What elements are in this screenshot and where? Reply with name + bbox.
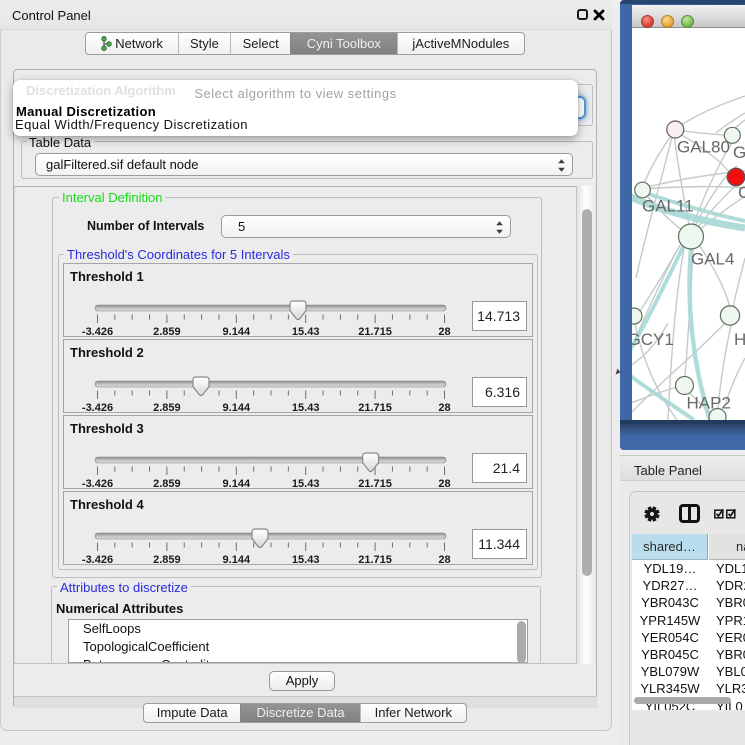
svg-text:9.144: 9.144 xyxy=(223,554,251,566)
svg-text:GCY1: GCY1 xyxy=(632,330,674,349)
svg-text:-3.426: -3.426 xyxy=(82,554,113,566)
svg-text:G.: G. xyxy=(733,143,745,162)
svg-text:HAP2: HAP2 xyxy=(687,394,731,413)
svg-text:21.715: 21.715 xyxy=(358,478,392,490)
svg-text:21.715: 21.715 xyxy=(358,326,392,338)
svg-text:28: 28 xyxy=(438,554,450,566)
svg-text:28: 28 xyxy=(438,402,450,414)
svg-text:-3.426: -3.426 xyxy=(82,326,113,338)
svg-text:2.859: 2.859 xyxy=(153,402,181,414)
svg-text:28: 28 xyxy=(438,478,450,490)
svg-text:GAL11: GAL11 xyxy=(642,197,694,216)
svg-text:CY: CY xyxy=(738,183,745,202)
svg-text:-3.426: -3.426 xyxy=(82,402,113,414)
svg-text:HA: HA xyxy=(734,330,745,349)
svg-text:GAL4: GAL4 xyxy=(691,250,734,269)
svg-text:9.144: 9.144 xyxy=(223,478,251,490)
svg-text:2.859: 2.859 xyxy=(153,326,181,338)
svg-text:-3.426: -3.426 xyxy=(82,478,113,490)
svg-text:15.43: 15.43 xyxy=(292,326,320,338)
svg-text:15.43: 15.43 xyxy=(292,554,320,566)
svg-text:15.43: 15.43 xyxy=(292,402,320,414)
svg-text:9.144: 9.144 xyxy=(223,402,251,414)
svg-text:GAL80: GAL80 xyxy=(677,138,730,157)
svg-text:2.859: 2.859 xyxy=(153,478,181,490)
svg-text:2.859: 2.859 xyxy=(153,554,181,566)
svg-text:28: 28 xyxy=(438,326,450,338)
svg-text:21.715: 21.715 xyxy=(358,402,392,414)
svg-text:9.144: 9.144 xyxy=(223,326,251,338)
svg-text:15.43: 15.43 xyxy=(292,478,320,490)
svg-text:21.715: 21.715 xyxy=(358,554,392,566)
